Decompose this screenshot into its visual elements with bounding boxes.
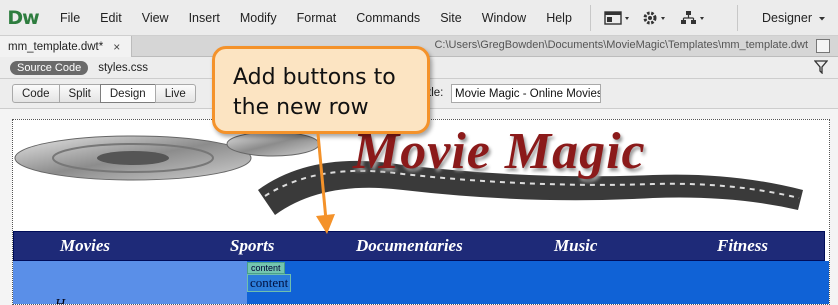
source-code-button[interactable]: Source Code (10, 60, 89, 75)
editable-region-content[interactable]: content (247, 274, 291, 292)
menu-window[interactable]: Window (472, 0, 536, 36)
chevron-down-icon (818, 11, 826, 25)
live-view-button[interactable]: Live (154, 84, 196, 103)
content-row: H content content (13, 261, 829, 305)
page-title-label: tle: (428, 87, 444, 99)
related-file-styles[interactable]: styles.css (98, 62, 148, 74)
layout-icon[interactable] (603, 6, 633, 30)
menu-insert[interactable]: Insert (179, 0, 230, 36)
page-title-input[interactable] (451, 84, 601, 103)
instruction-callout: Add buttons to the new row (212, 46, 430, 134)
workspace-switcher[interactable]: Designer (762, 0, 826, 36)
document-path: C:\Users\GregBowden\Documents\MovieMagic… (434, 39, 808, 51)
menu-bar: Dw File Edit View Insert Modify Format C… (0, 0, 838, 36)
left-column: H (13, 261, 247, 305)
menu-commands[interactable]: Commands (346, 0, 430, 36)
restore-window-icon[interactable] (816, 39, 830, 53)
editable-region-tag[interactable]: content (247, 262, 285, 274)
menu-file[interactable]: File (50, 0, 90, 36)
design-view-button[interactable]: Design (99, 84, 156, 103)
design-canvas: Movie Magic Movies Sports Documentaries … (0, 109, 838, 305)
menu-modify[interactable]: Modify (230, 0, 287, 36)
split-view-button[interactable]: Split (58, 84, 101, 103)
tab-label: mm_template.dwt* (8, 40, 104, 53)
close-icon[interactable]: × (113, 40, 120, 54)
callout-arrow-icon (316, 133, 335, 234)
workspace-label: Designer (761, 11, 812, 25)
workspace-divider (737, 5, 738, 31)
main-menu: File Edit View Insert Modify Format Comm… (50, 0, 582, 36)
tab-mm-template[interactable]: mm_template.dwt* × (0, 36, 132, 57)
left-column-text: H (55, 297, 66, 305)
nav-item-movies[interactable]: Movies (60, 236, 110, 256)
nav-item-fitness[interactable]: Fitness (717, 236, 768, 256)
menu-help[interactable]: Help (536, 0, 582, 36)
menu-site[interactable]: Site (430, 0, 472, 36)
menu-view[interactable]: View (132, 0, 179, 36)
callout-line-2: the new row (233, 95, 369, 120)
gear-icon[interactable] (641, 6, 671, 30)
page-body[interactable]: Movie Magic Movies Sports Documentaries … (12, 119, 830, 305)
filter-icon[interactable] (813, 60, 829, 77)
nav-item-sports[interactable]: Sports (230, 236, 274, 256)
sitemap-icon[interactable] (679, 6, 709, 30)
menu-divider (589, 4, 591, 31)
callout-line-1: Add buttons to (233, 65, 396, 90)
menu-edit[interactable]: Edit (90, 0, 132, 36)
nav-item-documentaries[interactable]: Documentaries (356, 236, 463, 256)
banner-image: Movie Magic (13, 120, 829, 230)
nav-item-music[interactable]: Music (554, 236, 597, 256)
code-view-button[interactable]: Code (12, 84, 60, 103)
dreamweaver-logo: Dw (7, 6, 39, 29)
nav-row: Movies Sports Documentaries Music Fitnes… (13, 231, 825, 261)
menu-format[interactable]: Format (287, 0, 347, 36)
